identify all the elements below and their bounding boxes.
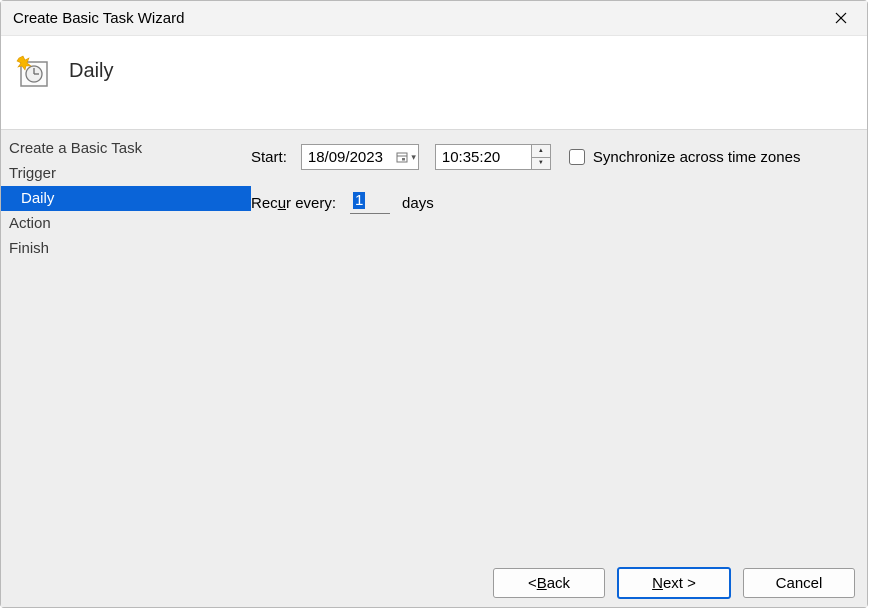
nav-step-daily[interactable]: Daily xyxy=(1,186,251,211)
start-time-value: 10:35:20 xyxy=(442,149,500,166)
sync-timezones-checkbox[interactable] xyxy=(569,149,585,165)
start-row: Start: 18/09/2023 ▾ 10:35:20 xyxy=(251,144,851,170)
recur-every-value: 1 xyxy=(353,192,365,209)
close-button[interactable] xyxy=(827,4,855,32)
nav-step-finish[interactable]: Finish xyxy=(1,236,251,261)
next-button[interactable]: Next > xyxy=(617,567,731,599)
wizard-window: Create Basic Task Wizard Daily Create a … xyxy=(0,0,868,608)
start-label: Start: xyxy=(251,149,287,166)
date-dropdown-button[interactable]: ▾ xyxy=(396,151,416,163)
wizard-header: Daily xyxy=(1,36,867,130)
nav-step-action[interactable]: Action xyxy=(1,211,251,236)
wizard-sidebar: Create a Basic TaskTriggerDailyActionFin… xyxy=(1,130,251,559)
spin-up-icon[interactable]: ▲ xyxy=(532,145,550,158)
calendar-icon xyxy=(396,151,408,163)
nav-step-trigger[interactable]: Trigger xyxy=(1,161,251,186)
page-title: Daily xyxy=(69,54,113,83)
cancel-button[interactable]: Cancel xyxy=(743,568,855,598)
recur-label: Recur every: xyxy=(251,195,336,212)
spin-down-icon[interactable]: ▼ xyxy=(532,158,550,170)
nav-step-create-a-basic-task[interactable]: Create a Basic Task xyxy=(1,136,251,161)
close-icon xyxy=(835,12,847,24)
start-date-picker[interactable]: 18/09/2023 ▾ xyxy=(301,144,419,170)
back-button[interactable]: < Back xyxy=(493,568,605,598)
start-date-value: 18/09/2023 xyxy=(308,149,383,166)
scheduler-icon xyxy=(15,54,51,90)
titlebar: Create Basic Task Wizard xyxy=(1,1,867,36)
wizard-footer: < Back Next > Cancel xyxy=(1,559,867,607)
sync-timezones-label: Synchronize across time zones xyxy=(593,149,801,166)
recur-every-input[interactable]: 1 xyxy=(350,192,390,214)
time-spinner[interactable]: ▲ ▼ xyxy=(531,145,550,169)
start-time-picker[interactable]: 10:35:20 ▲ ▼ xyxy=(435,144,551,170)
sync-timezones-option[interactable]: Synchronize across time zones xyxy=(569,149,801,166)
wizard-body: Create a Basic TaskTriggerDailyActionFin… xyxy=(1,130,867,559)
window-title: Create Basic Task Wizard xyxy=(13,10,184,27)
recur-unit-label: days xyxy=(402,195,434,212)
wizard-main: Start: 18/09/2023 ▾ 10:35:20 xyxy=(251,130,867,559)
recur-row: Recur every: 1 days xyxy=(251,192,851,214)
chevron-down-icon: ▾ xyxy=(411,152,416,163)
